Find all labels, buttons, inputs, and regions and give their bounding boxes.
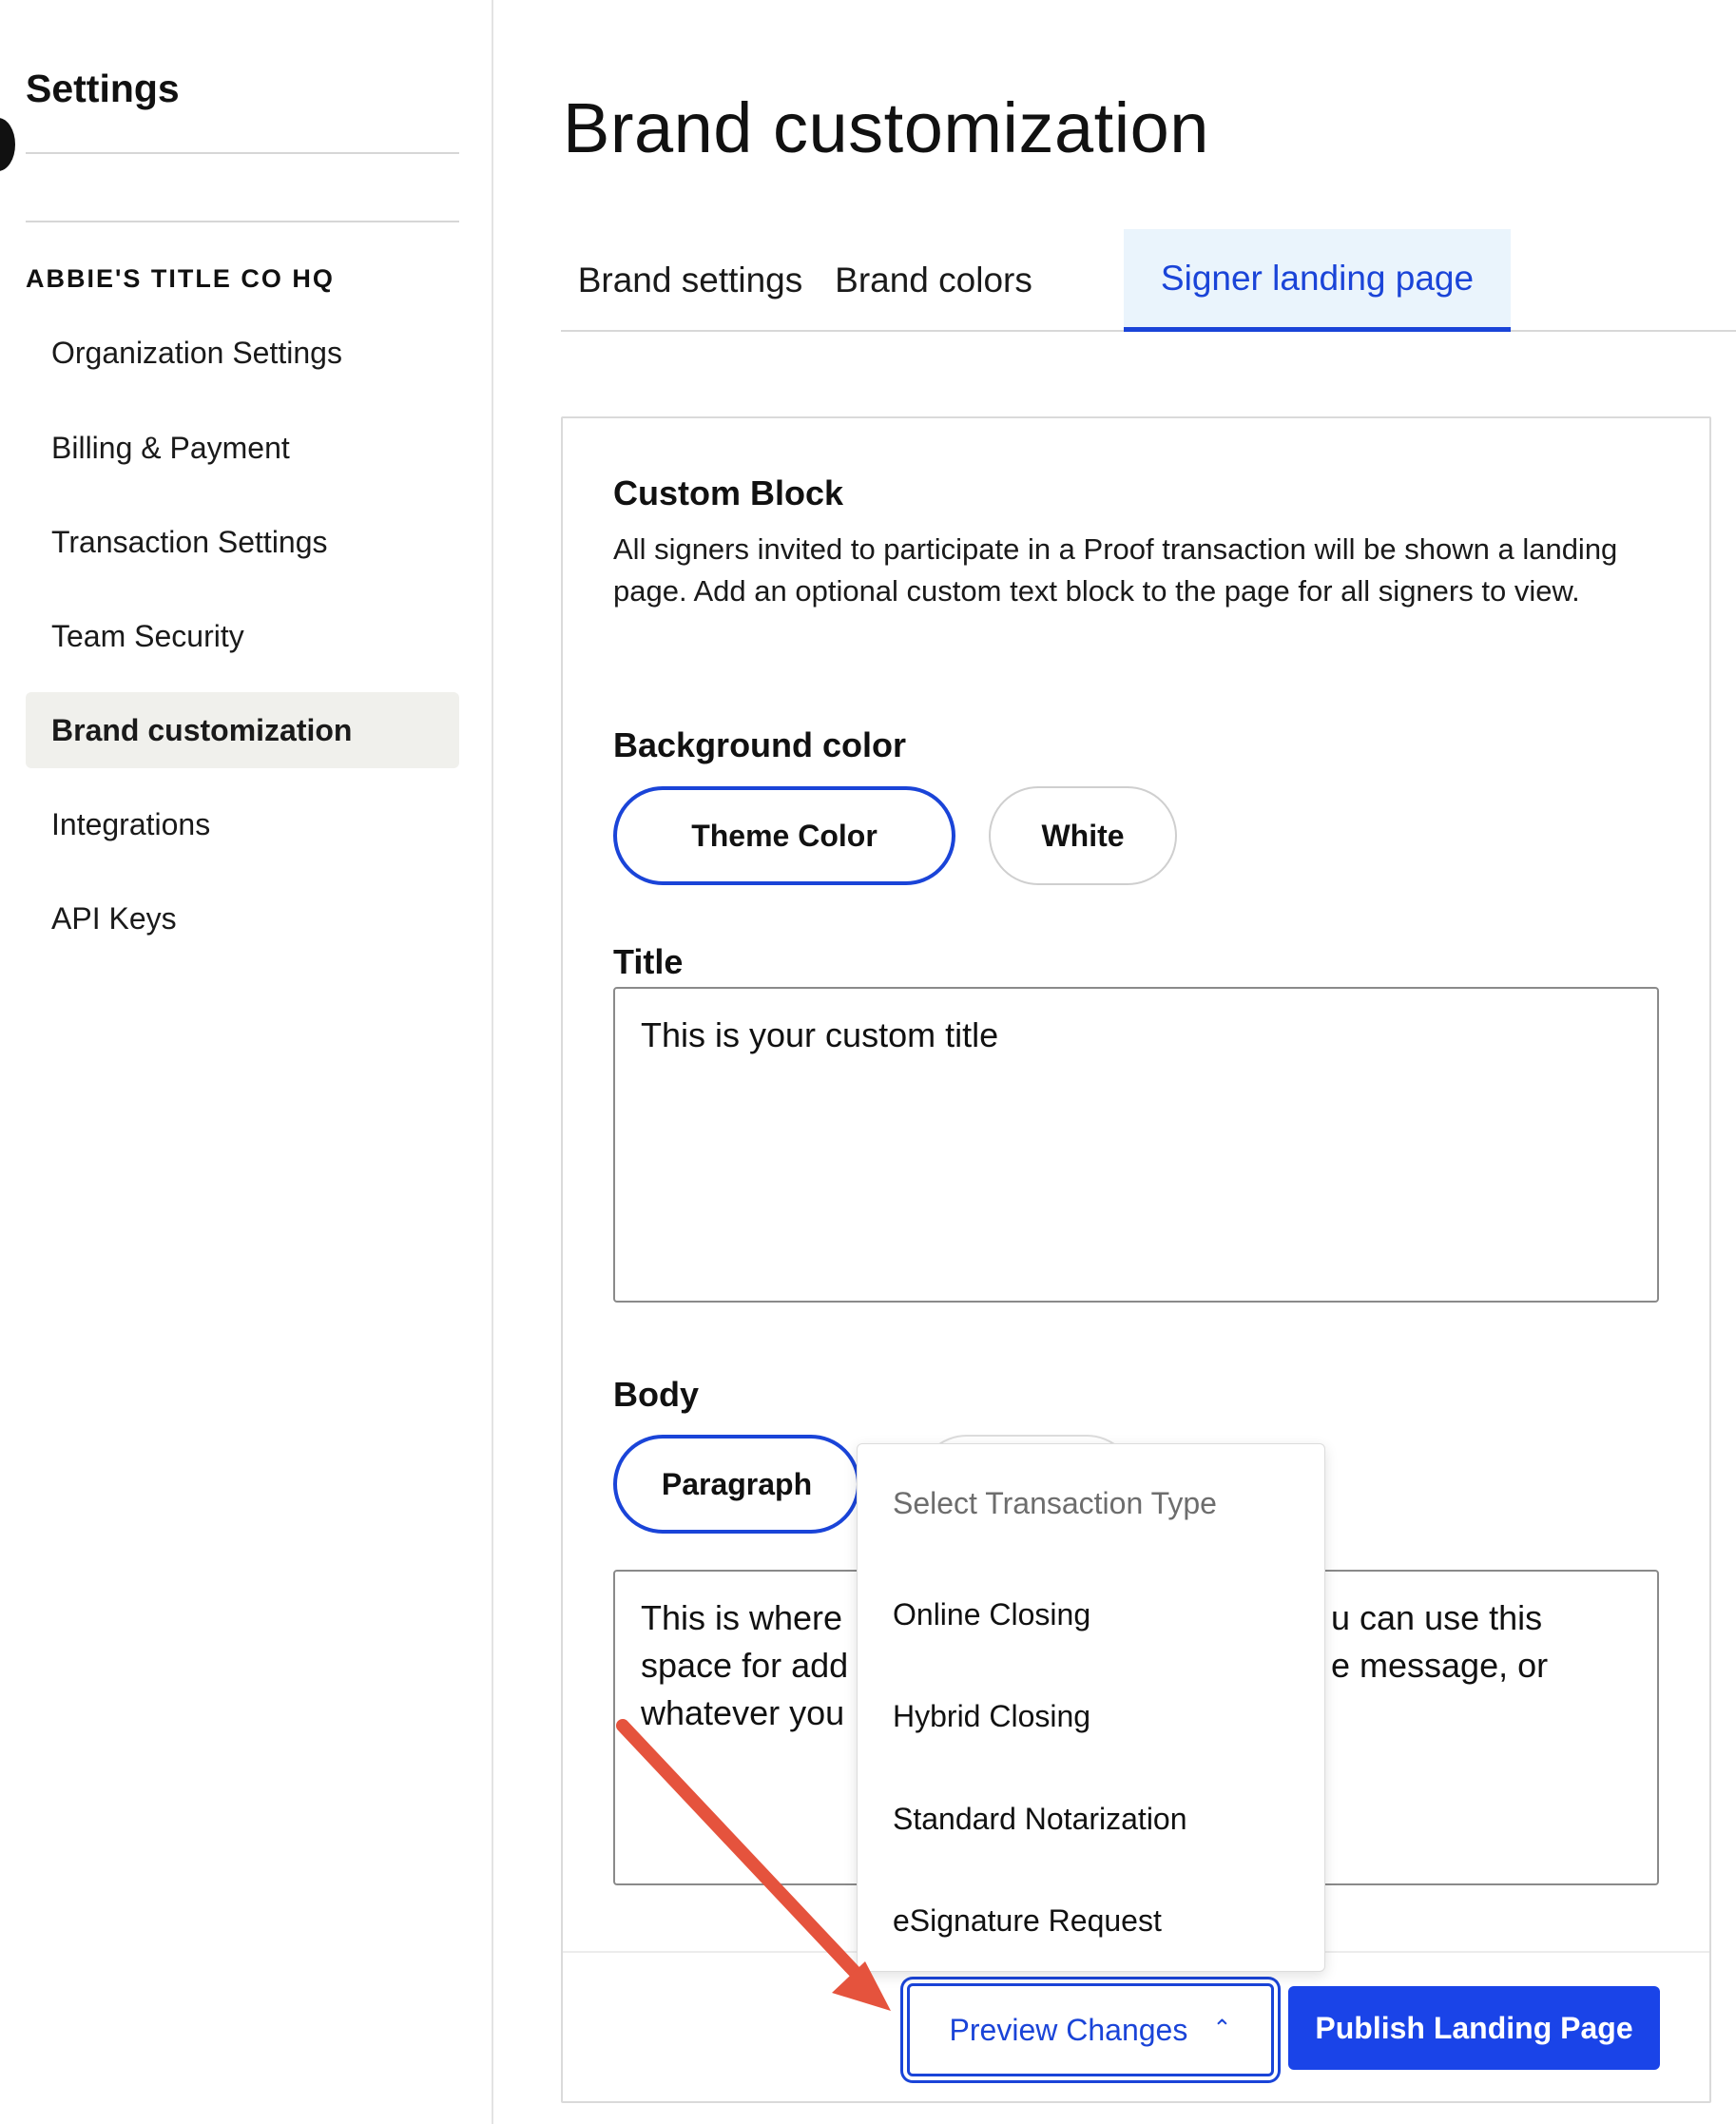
theme-color-option[interactable]: Theme Color [613, 786, 955, 885]
paragraph-option[interactable]: Paragraph [613, 1435, 860, 1534]
divider [26, 221, 459, 222]
title-input[interactable]: This is your custom title [613, 987, 1659, 1303]
sidebar-item-team-security[interactable]: Team Security [26, 598, 459, 674]
collapse-handle-icon[interactable] [0, 118, 15, 171]
transaction-type-menu: Select Transaction Type Online Closing H… [857, 1443, 1325, 1972]
sidebar-item-organization-settings[interactable]: Organization Settings [26, 315, 459, 391]
custom-block-description: All signers invited to participate in a … [613, 532, 1618, 608]
sidebar-item-billing-payment[interactable]: Billing & Payment [26, 410, 459, 486]
body-text-left: This is where space for add whatever you [641, 1598, 849, 1732]
sidebar-item-transaction-settings[interactable]: Transaction Settings [26, 504, 459, 580]
white-option[interactable]: White [989, 786, 1177, 885]
body-text-right: u can use this e message, or [1331, 1598, 1549, 1685]
menu-item-hybrid-closing[interactable]: Hybrid Closing [858, 1678, 1324, 1754]
background-color-heading: Background color [613, 725, 907, 764]
body-heading: Body [613, 1375, 699, 1414]
menu-item-standard-notarization[interactable]: Standard Notarization [858, 1781, 1324, 1857]
sidebar-item-integrations[interactable]: Integrations [26, 786, 459, 862]
tab-signer-landing-page[interactable]: Signer landing page [1124, 229, 1511, 332]
divider [26, 152, 459, 154]
page-title: Brand customization [563, 88, 1209, 167]
custom-block-heading: Custom Block [613, 473, 844, 512]
menu-header: Select Transaction Type [893, 1486, 1217, 1520]
sidebar-title: Settings [26, 67, 180, 110]
menu-item-online-closing[interactable]: Online Closing [858, 1576, 1324, 1652]
preview-changes-button[interactable]: Preview Changes ⌃ [907, 1983, 1274, 2076]
tab-brand-colors[interactable]: Brand colors [820, 229, 1048, 332]
title-heading: Title [613, 942, 684, 981]
menu-item-esignature-request[interactable]: eSignature Request [858, 1883, 1324, 1959]
tab-bar: Brand settings Brand colors Signer landi… [561, 229, 1736, 332]
tab-brand-settings[interactable]: Brand settings [561, 229, 820, 332]
publish-landing-page-button[interactable]: Publish Landing Page [1288, 1986, 1660, 2070]
sidebar: Settings ABBIE'S TITLE CO HQ Organizatio… [0, 0, 493, 2124]
org-name: ABBIE'S TITLE CO HQ [26, 264, 335, 293]
chevron-up-icon: ⌃ [1212, 2015, 1232, 2041]
preview-changes-label: Preview Changes [949, 2012, 1188, 2047]
sidebar-item-api-keys[interactable]: API Keys [26, 880, 459, 956]
sidebar-item-brand-customization[interactable]: Brand customization [26, 692, 459, 768]
